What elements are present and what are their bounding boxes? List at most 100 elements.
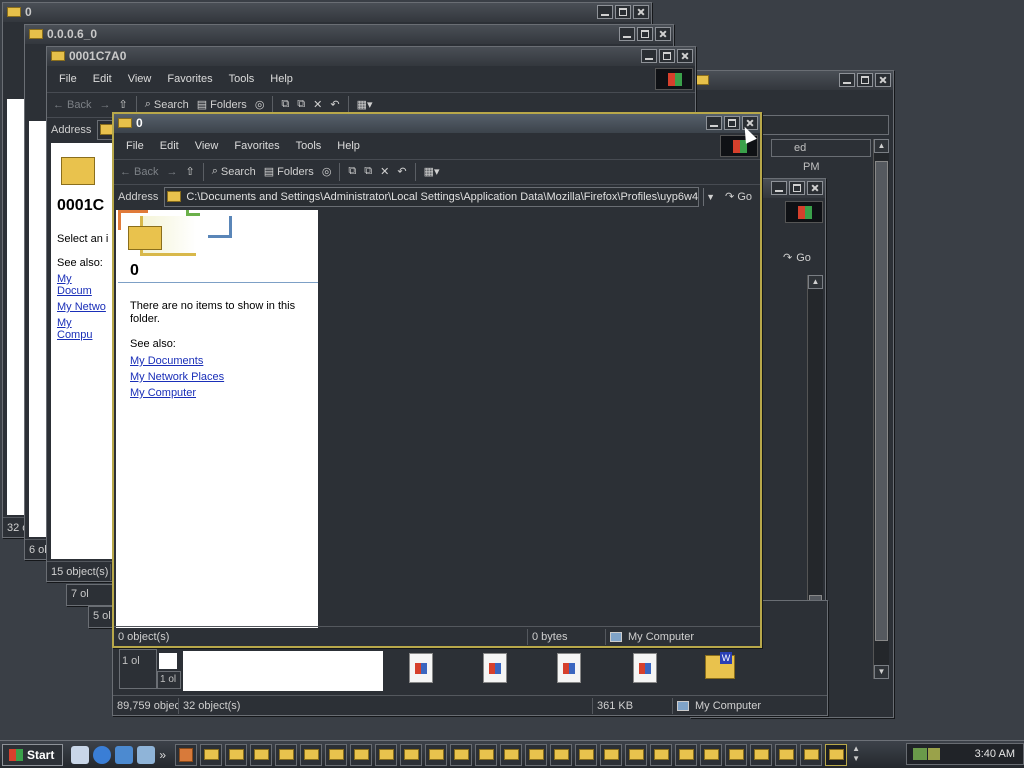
maximize-button[interactable] (724, 116, 740, 130)
taskbar-button-folder[interactable] (400, 743, 423, 766)
taskbar-button-folder[interactable] (775, 743, 798, 766)
taskbar-button-folder[interactable] (725, 743, 748, 766)
minimize-button[interactable] (641, 49, 657, 63)
back-button[interactable]: ← Back (53, 99, 91, 111)
window-4[interactable]: 5 ol (88, 606, 114, 628)
views-button[interactable]: ▦▾ (424, 165, 440, 178)
copy-to-button[interactable]: ⧉ (297, 98, 305, 111)
taskbar-button-folder[interactable] (350, 743, 373, 766)
network-icon[interactable] (913, 748, 927, 760)
menu-help[interactable]: Help (331, 138, 366, 154)
taskbar-button-folder[interactable] (675, 743, 698, 766)
file-icon[interactable] (409, 653, 433, 683)
link-my-documents[interactable]: My Docum (57, 273, 109, 297)
file-list-area[interactable] (318, 210, 760, 626)
menu-edit[interactable]: Edit (154, 138, 185, 154)
window-3[interactable]: 7 ol (66, 584, 114, 606)
taskbar-button-folder[interactable] (700, 743, 723, 766)
maximize-button[interactable] (637, 27, 653, 41)
forward-button[interactable]: → (99, 99, 110, 111)
close-button[interactable] (875, 73, 891, 87)
title-bar[interactable]: 0 (114, 114, 760, 133)
taskbar-button-folder[interactable] (225, 743, 248, 766)
title-bar[interactable]: 0.0.0.6_0 (25, 25, 673, 44)
undo-button[interactable]: ↶ (330, 98, 339, 111)
quick-launch-more[interactable]: » (159, 748, 166, 762)
taskbar-button-folder[interactable] (500, 743, 523, 766)
views-button[interactable]: ▦▾ (357, 98, 373, 111)
taskbar-button-folder[interactable] (525, 743, 548, 766)
menu-view[interactable]: View (189, 138, 225, 154)
folders-button[interactable]: ▤ Folders (264, 165, 314, 179)
menu-file[interactable]: File (53, 71, 83, 87)
taskbar-button-folder[interactable] (625, 743, 648, 766)
taskbar-button-folder[interactable] (450, 743, 473, 766)
menu-help[interactable]: Help (264, 71, 299, 87)
maximize-button[interactable] (615, 5, 631, 19)
back-button[interactable]: ← Back (120, 166, 158, 178)
minimize-button[interactable] (771, 181, 787, 195)
maximize-button[interactable] (789, 181, 805, 195)
address-dropdown-button[interactable]: ▼ (703, 187, 717, 206)
go-button[interactable]: ↷ Go (783, 251, 811, 265)
copy-to-button[interactable]: ⧉ (364, 165, 372, 178)
close-button[interactable] (633, 5, 649, 19)
taskbar-button-folder[interactable] (250, 743, 273, 766)
up-button[interactable]: ⇧ (185, 165, 194, 178)
start-button[interactable]: Start (2, 743, 64, 766)
link-my-documents[interactable]: My Documents (130, 355, 310, 367)
menu-favorites[interactable]: Favorites (161, 71, 218, 87)
delete-button[interactable]: ✕ (380, 165, 389, 178)
close-button[interactable] (655, 27, 671, 41)
link-my-computer[interactable]: My Compu (57, 317, 109, 341)
taskbar-button-folder[interactable] (375, 743, 398, 766)
taskbar-button-app[interactable] (175, 743, 198, 766)
link-my-network-places[interactable]: My Network Places (130, 371, 310, 383)
delete-button[interactable]: ✕ (313, 98, 322, 111)
address-field[interactable]: C:\Documents and Settings\Administrator\… (164, 186, 700, 207)
search-icon[interactable] (137, 745, 156, 764)
clock[interactable]: 3:40 AM (975, 748, 1015, 760)
file-icon[interactable] (633, 653, 657, 683)
taskbar-button-folder[interactable] (200, 743, 223, 766)
scroll-thumb[interactable] (875, 161, 888, 641)
menu-tools[interactable]: Tools (290, 138, 328, 154)
minimize-button[interactable] (706, 116, 722, 130)
taskbar-button-folder[interactable] (750, 743, 773, 766)
minimize-button[interactable] (597, 5, 613, 19)
file-icon[interactable] (557, 653, 581, 683)
taskbar-button-folder[interactable] (325, 743, 348, 766)
forward-button[interactable]: → (166, 166, 177, 178)
search-button[interactable]: ⌕ Search (145, 98, 189, 111)
title-bar[interactable] (691, 71, 893, 90)
menu-file[interactable]: File (120, 138, 150, 154)
address-field[interactable] (751, 115, 889, 135)
move-to-button[interactable]: ⧉ (281, 98, 289, 111)
taskbar-button-folder[interactable] (425, 743, 448, 766)
title-bar[interactable] (761, 179, 825, 198)
taskbar-button-folder[interactable] (800, 743, 823, 766)
go-button[interactable]: ↷ Go (721, 190, 760, 203)
link-my-network-places[interactable]: My Netwo (57, 301, 109, 313)
menu-view[interactable]: View (122, 71, 158, 87)
up-button[interactable]: ⇧ (118, 98, 127, 111)
taskbar-button-folder[interactable] (600, 743, 623, 766)
taskbar-button-folder[interactable] (825, 743, 848, 766)
title-bar[interactable]: 0001C7A0 (47, 47, 695, 66)
menu-tools[interactable]: Tools (223, 71, 261, 87)
minimize-button[interactable] (839, 73, 855, 87)
taskbar-button-folder[interactable] (575, 743, 598, 766)
search-button[interactable]: ⌕ Search (212, 165, 256, 178)
maximize-button[interactable] (857, 73, 873, 87)
taskbar-scroll[interactable]: ▲ ▼ (850, 744, 862, 766)
undo-button[interactable]: ↶ (397, 165, 406, 178)
link-my-computer[interactable]: My Computer (130, 387, 310, 399)
taskbar-button-folder[interactable] (550, 743, 573, 766)
internet-explorer-icon[interactable] (93, 745, 112, 764)
document-folder-icon[interactable]: W (705, 652, 735, 679)
folders-button[interactable]: ▤ Folders (197, 98, 247, 112)
menu-favorites[interactable]: Favorites (228, 138, 285, 154)
menu-edit[interactable]: Edit (87, 71, 118, 87)
scroll-up-button[interactable]: ▲ (808, 275, 823, 289)
title-bar[interactable]: 0 (3, 3, 651, 22)
